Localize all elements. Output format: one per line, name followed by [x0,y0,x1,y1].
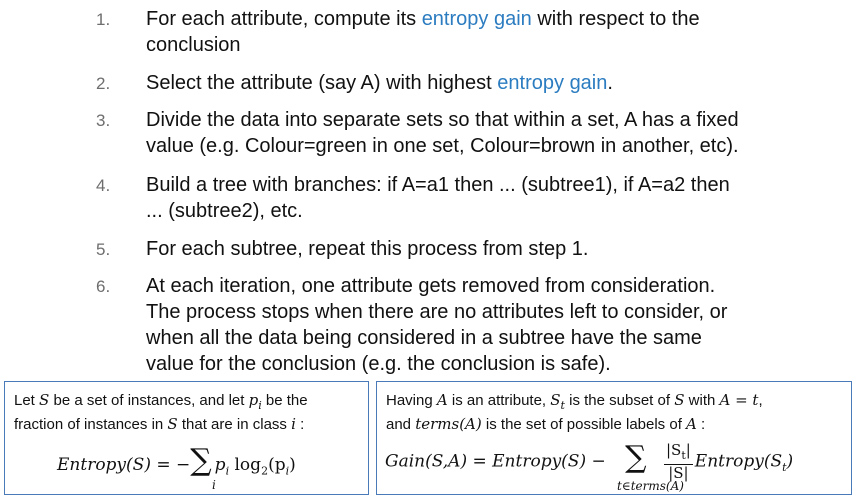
step-text: Select the attribute (say A) with highes… [146,72,613,94]
highlight-term: entropy gain [421,8,532,30]
sum-symbol: ∑ [625,439,647,475]
step-number: 2. [96,74,111,93]
definition-line-1: Having A is an attribute, St is the subs… [386,391,763,412]
sum-symbol: ∑ [190,443,212,478]
sum-index: t∈terms(A) [617,479,684,493]
definition-line-2: and terms(A) is the set of possible labe… [386,415,706,433]
step-number: 6. [96,277,111,296]
step-number: 4. [96,176,111,195]
highlight-term: entropy gain [497,72,608,94]
step-text: For each attribute, compute its entropy … [146,8,700,56]
step-text: At each iteration, one attribute gets re… [146,275,728,375]
sum-index: i [212,478,216,492]
step-number: 5. [96,240,111,259]
gain-formula: Gain(S,A) = Entropy(S) − ∑ |St| |S| Entr… [385,439,794,482]
fraction: |St| |S| [663,441,693,482]
step-text: For each subtree, repeat this process fr… [146,238,589,260]
step-text: Build a tree with branches: if A=a1 then… [146,174,730,222]
definition-line-2: fraction of instances in S that are in c… [14,415,305,433]
step-number: 1. [96,10,111,29]
definition-line-1: Let S be a set of instances, and let pi … [14,391,308,412]
entropy-formula: Entropy(S) = −∑ pi log2(pi) [57,443,296,478]
step-number: 3. [96,111,111,130]
gain-definition-box: Having A is an attribute, St is the subs… [376,381,852,495]
entropy-definition-box: Let S be a set of instances, and let pi … [4,381,369,495]
step-text: Divide the data into separate sets so th… [146,109,739,157]
